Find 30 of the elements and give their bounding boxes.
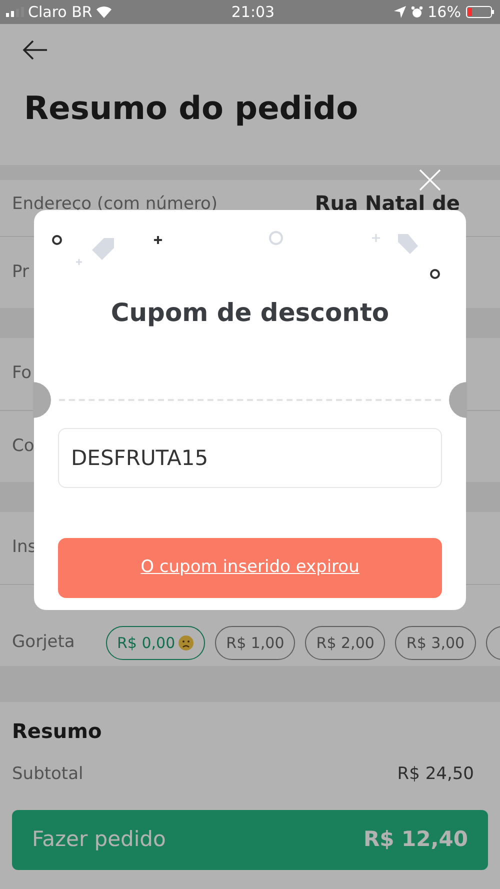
wifi-icon <box>96 6 112 18</box>
alarm-clock-icon <box>410 6 423 18</box>
row-label: Co <box>12 434 34 458</box>
tip-chip[interactable]: R$ 3,00 <box>395 626 476 660</box>
summary-label: Subtotal <box>12 763 84 786</box>
coupon-error-button[interactable]: O cupom inserido expirou <box>58 538 442 598</box>
coupon-input-field[interactable]: DESFRUTA15 <box>58 428 442 488</box>
carrier-name: Claro BR <box>28 2 92 23</box>
location-arrow-icon <box>394 6 406 18</box>
row-label: Fo <box>12 362 32 386</box>
address-value: Rua Natal de <box>314 190 460 217</box>
summary-title: Resumo <box>12 718 103 745</box>
ticket-notch <box>33 382 51 418</box>
place-order-button[interactable]: Fazer pedido R$ 12,40 <box>12 810 488 870</box>
summary-value: R$ 24,50 <box>397 763 474 786</box>
tip-chip[interactable]: R$ 0,00 <box>106 626 206 660</box>
page-title: Resumo do pedido <box>24 88 358 129</box>
battery-icon <box>466 6 494 18</box>
clock-time: 21:03 <box>231 2 275 23</box>
row-label: Endereço (com número) <box>12 193 218 216</box>
tip-chip[interactable]: R$ 2,00 <box>305 626 386 660</box>
tip-chip[interactable]: R$ 1,00 <box>215 626 296 660</box>
signal-icon <box>6 7 24 17</box>
row-label: Pr <box>12 260 29 284</box>
battery-percent: 16% <box>428 2 461 23</box>
dialog-title: Cupom de desconto <box>110 297 390 329</box>
back-arrow-icon[interactable] <box>22 40 48 60</box>
ticket-notch <box>449 382 467 418</box>
row-label: Gorjeta <box>12 631 76 654</box>
close-icon[interactable] <box>419 169 441 191</box>
